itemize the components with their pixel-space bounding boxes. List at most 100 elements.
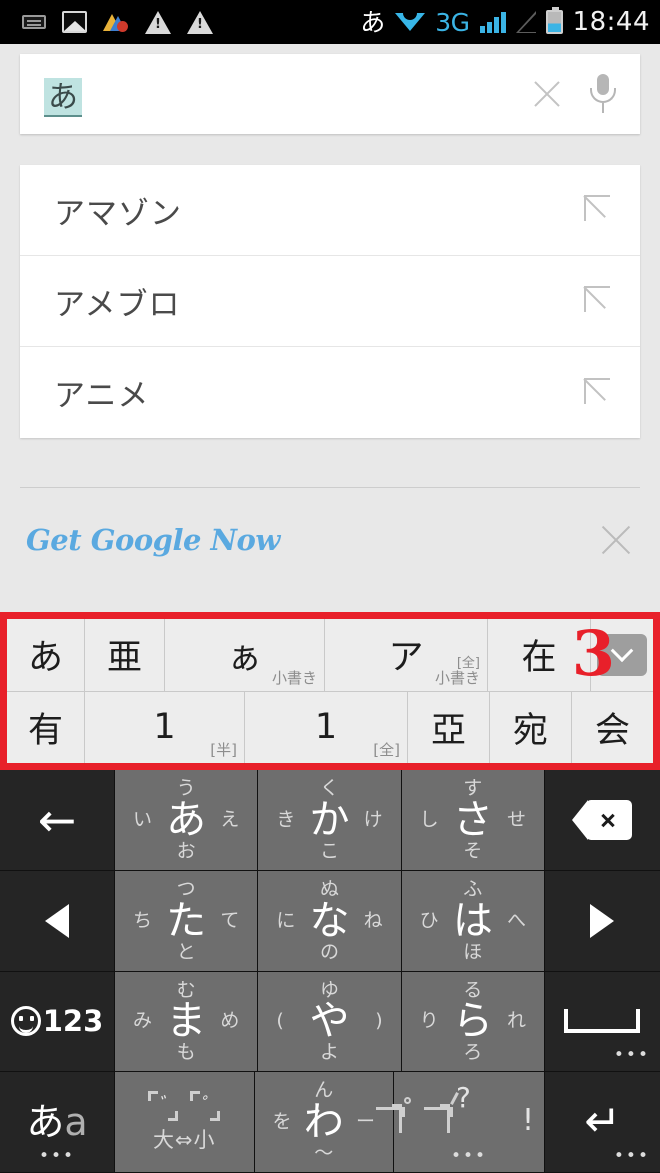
candidate-text: ぁ	[226, 638, 262, 679]
cursor-right-key[interactable]	[544, 870, 660, 972]
punctuation-key[interactable]: ? ! •••	[376, 1072, 545, 1173]
flick-up-label: ?	[456, 1081, 471, 1115]
clear-search-icon[interactable]	[530, 77, 564, 111]
candidate-item[interactable]: ぁ 小書き	[165, 619, 325, 691]
key-center-label: さ	[452, 796, 493, 843]
candidate-note: [半]	[210, 741, 237, 760]
keyboard-row: ← う い あ え お く き か け こ す し さ せ そ	[0, 770, 660, 871]
more-options-dots: •••	[450, 1146, 488, 1166]
flick-down-label: も	[176, 1041, 196, 1064]
candidate-row: あ 亜 ぁ 小書き ア [全] 小書き 在	[7, 619, 653, 692]
key-a[interactable]: う い あ え お	[115, 770, 259, 871]
key-ma[interactable]: む み ま め も	[115, 971, 259, 1073]
keyboard-icon	[22, 15, 46, 29]
key-center-label: わ	[303, 1099, 344, 1146]
candidate-text: 在	[521, 638, 557, 679]
keyboard-row: あa ••• ゛ ゜ 大⇔小 ん を わ ー 〜 ? ! ••• ↵ •••	[0, 1072, 660, 1173]
candidate-item[interactable]: 亜	[85, 619, 165, 691]
arrow-northwest-icon[interactable]	[582, 376, 616, 410]
candidate-text: 宛	[512, 710, 548, 751]
flick-right-label: ー	[355, 1110, 375, 1133]
ime-indicator: あ	[360, 7, 386, 37]
key-ta[interactable]: つ ち た て と	[115, 870, 259, 972]
key-ya[interactable]: ゆ ( や ) よ	[258, 971, 402, 1073]
candidate-item[interactable]: 亞	[408, 691, 490, 763]
enter-key[interactable]: ↵ •••	[545, 1072, 660, 1173]
section-divider	[20, 487, 640, 488]
flick-right-label: め	[220, 1009, 240, 1032]
dakuten-size-icon: ゛ ゜ 大⇔小	[148, 1090, 221, 1154]
dakuten-size-key[interactable]: ゛ ゜ 大⇔小	[115, 1072, 255, 1173]
candidate-item[interactable]: 1 [全]	[245, 691, 408, 763]
search-input[interactable]: あ	[44, 72, 530, 117]
key-ka[interactable]: く き か け こ	[258, 770, 402, 871]
emoji-123-icon: 123	[10, 1004, 103, 1038]
flick-down-label: そ	[463, 839, 483, 862]
flick-down-label: の	[319, 940, 339, 963]
flick-down-label: こ	[319, 839, 339, 862]
warning-icon	[187, 10, 213, 34]
symbols-key[interactable]: 123	[0, 971, 115, 1073]
candidate-bar-highlight: あ 亜 ぁ 小書き ア [全] 小書き 在 有 1 [半] 1 [全] 亞 宛 …	[0, 612, 660, 770]
search-bar[interactable]: あ	[20, 54, 640, 134]
candidate-item[interactable]: 1 [半]	[85, 691, 245, 763]
candidate-item[interactable]: あ	[7, 619, 85, 691]
flick-right-label: へ	[506, 909, 526, 932]
list-item[interactable]: アニメ	[20, 347, 640, 438]
space-icon	[564, 1009, 641, 1034]
candidate-annotation: [半]	[210, 741, 237, 760]
flick-left-label: き	[276, 808, 296, 831]
space-key[interactable]: •••	[544, 971, 660, 1073]
arrow-northwest-icon[interactable]	[582, 284, 616, 318]
key-sa[interactable]: す し さ せ そ	[401, 770, 545, 871]
composing-text: あ	[44, 78, 82, 117]
chevron-down-icon[interactable]	[597, 633, 647, 676]
triangle-right-icon	[590, 903, 615, 938]
signal-bars-icon	[479, 11, 506, 33]
google-now-label[interactable]: Get Google Now	[26, 523, 596, 557]
back-arrow-icon: ←	[37, 792, 77, 847]
candidate-text: 会	[594, 710, 630, 751]
cursor-left-key[interactable]	[0, 870, 115, 972]
candidate-item[interactable]: 会	[572, 691, 653, 763]
candidate-item[interactable]: 有	[7, 691, 85, 763]
ime-keyboard: ← う い あ え お く き か け こ す し さ せ そ つ ち た て …	[0, 770, 660, 1173]
delete-key[interactable]	[544, 770, 660, 871]
candidate-item[interactable]: ア [全] 小書き	[325, 619, 488, 691]
flick-right-label: )	[375, 1009, 383, 1032]
close-icon[interactable]	[596, 520, 636, 560]
suggestion-label: アマゾン	[54, 195, 182, 232]
candidate-item[interactable]: 在	[488, 619, 591, 691]
microphone-icon[interactable]	[590, 74, 616, 114]
flick-up-label: る	[463, 978, 483, 1001]
key-center-label: は	[452, 897, 493, 944]
flick-right-label: !	[521, 1103, 534, 1139]
flick-right-label: せ	[506, 808, 526, 831]
candidate-annotation: [全] 小書き	[435, 657, 480, 686]
flick-down-label: ろ	[463, 1041, 483, 1064]
key-center-label: た	[166, 897, 207, 944]
status-clock: 18:44	[572, 7, 650, 37]
expand-candidates-button[interactable]	[591, 619, 653, 691]
candidate-note: 小書き	[434, 668, 480, 687]
key-na[interactable]: ぬ に な ね の	[258, 870, 402, 972]
flick-right-label: ね	[363, 909, 383, 932]
key-ra[interactable]: る り ら れ ろ	[401, 971, 545, 1073]
flick-up-label: す	[463, 777, 483, 799]
ime-switch-key[interactable]: あa •••	[0, 1072, 115, 1173]
key-center-label: や	[309, 998, 350, 1045]
key-center-label: ら	[452, 998, 493, 1045]
back-key[interactable]: ←	[0, 770, 115, 871]
wifi-icon	[395, 11, 426, 33]
network-type-label: 3G	[435, 7, 470, 37]
list-item[interactable]: アマゾン	[20, 165, 640, 256]
candidate-annotation: [全]	[373, 742, 400, 759]
google-now-banner[interactable]: Get Google Now	[0, 505, 660, 575]
key-ha[interactable]: ふ ひ は へ ほ	[401, 870, 545, 972]
ime-switch-icon: あa	[26, 1100, 88, 1145]
arrow-northwest-icon[interactable]	[582, 193, 616, 227]
list-item[interactable]: アメブロ	[20, 256, 640, 347]
candidate-item[interactable]: 宛	[490, 691, 572, 763]
key-wa[interactable]: ん を わ ー 〜	[254, 1072, 394, 1173]
triangle-left-icon	[45, 903, 69, 938]
